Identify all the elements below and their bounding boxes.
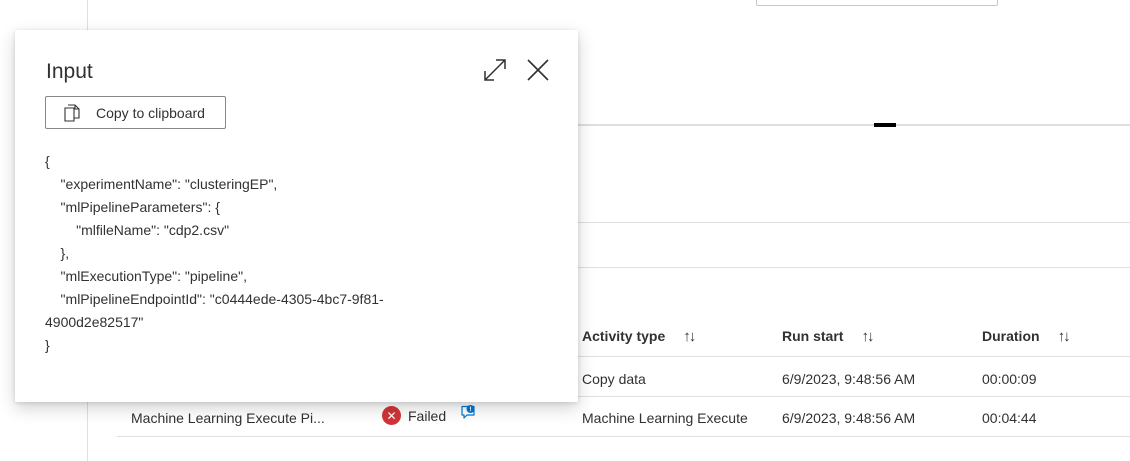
table-row-divider [117, 436, 1130, 437]
table-cell-duration: 00:00:09 [982, 371, 1037, 387]
column-header-activity-type[interactable]: Activity type ↑↓ [582, 326, 696, 346]
json-line: "experimentName": "clusteringEP", [45, 176, 278, 192]
table-cell-activity-type: Copy data [582, 371, 646, 387]
json-line: "mlPipelineEndpointId": "c0444ede-4305-4… [45, 291, 384, 307]
json-content: { "experimentName": "clusteringEP", "mlP… [45, 150, 384, 357]
table-cell-activity-name[interactable]: Machine Learning Execute Pi... [131, 410, 325, 426]
copy-button-label: Copy to clipboard [96, 104, 205, 121]
top-filter-input[interactable] [756, 0, 998, 6]
column-header-run-start[interactable]: Run start ↑↓ [782, 326, 874, 346]
message-icon[interactable] [460, 404, 476, 425]
sort-icon[interactable]: ↑↓ [861, 328, 874, 345]
table-cell-duration: 00:04:44 [982, 410, 1037, 426]
json-line: "mlfileName": "cdp2.csv" [45, 222, 230, 238]
sort-icon[interactable]: ↑↓ [683, 328, 696, 345]
tab-active-indicator [874, 123, 896, 127]
panel-title: Input [46, 60, 93, 83]
json-line: } [45, 337, 50, 353]
json-line: 4900d2e82517" [45, 314, 144, 330]
failed-icon: ✕ [382, 406, 401, 425]
json-line: "mlPipelineParameters": { [45, 199, 220, 215]
table-cell-run-start: 6/9/2023, 9:48:56 AM [782, 410, 916, 426]
copy-to-clipboard-button[interactable]: Copy to clipboard [45, 96, 226, 129]
input-details-panel: Input Copy to clipboard { "experimentNam… [15, 30, 578, 402]
status-label: Failed [408, 407, 447, 424]
json-line: }, [45, 245, 70, 261]
table-cell-activity-type: Machine Learning Execute [582, 410, 748, 426]
section-divider [578, 222, 1130, 223]
section-divider [578, 267, 1130, 268]
status-badge: ✕ Failed [382, 406, 446, 425]
column-header-duration[interactable]: Duration ↑↓ [982, 326, 1071, 346]
copy-icon [64, 103, 80, 122]
sort-icon[interactable]: ↑↓ [1058, 328, 1071, 345]
close-button[interactable] [525, 57, 551, 83]
json-line: "mlExecutionType": "pipeline", [45, 268, 247, 284]
json-line: { [45, 153, 50, 169]
tab-strip-divider [578, 124, 1130, 126]
close-icon [527, 59, 549, 81]
table-cell-run-start: 6/9/2023, 9:48:56 AM [782, 371, 916, 387]
left-nav-rail [0, 36, 14, 461]
expand-button[interactable] [482, 57, 508, 83]
expand-icon [484, 59, 506, 81]
